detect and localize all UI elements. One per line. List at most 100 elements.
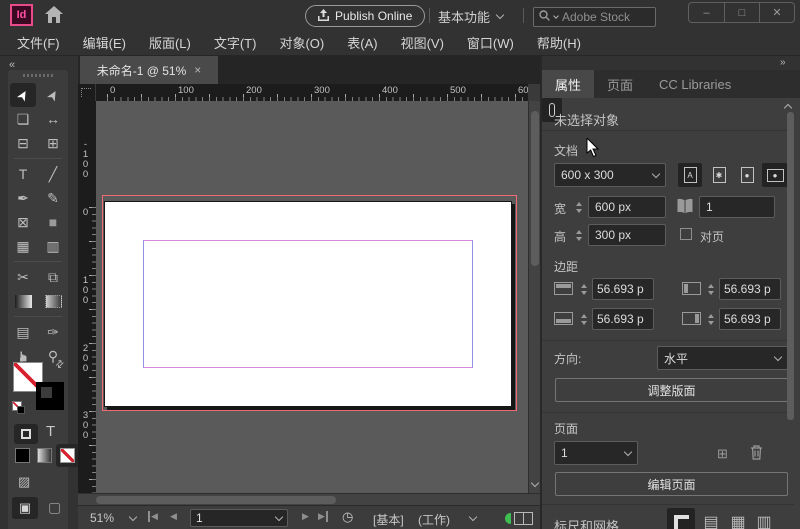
frame-tool[interactable]: ⊠: [8, 210, 38, 234]
preflight-icon[interactable]: ◷: [342, 509, 353, 525]
tab-properties[interactable]: 属性: [542, 70, 595, 98]
document-tab[interactable]: 未命名-1 @ 51% ×: [80, 56, 218, 84]
scrollbar-thumb[interactable]: [787, 112, 794, 420]
line-tool[interactable]: ╱: [38, 162, 68, 186]
margin-top-stepper[interactable]: [578, 278, 589, 300]
pen-tool[interactable]: ✒: [8, 186, 38, 210]
free-transform-tool[interactable]: ⧉: [38, 265, 68, 289]
apply-none-button[interactable]: [56, 444, 79, 467]
gradient-feather-tool[interactable]: [38, 289, 68, 313]
formatting-affects-container-button[interactable]: [14, 424, 38, 444]
rectangle-tool[interactable]: ■: [38, 210, 68, 234]
zoom-level[interactable]: 51%: [90, 511, 114, 525]
margin-inside-stepper[interactable]: [705, 278, 716, 300]
margin-outside-field[interactable]: 56.693 p: [719, 308, 781, 330]
horizontal-ruler[interactable]: 0 100 200 300 400 500 600: [96, 84, 528, 101]
menu-item[interactable]: 表(A): [342, 31, 382, 54]
scroll-down-icon[interactable]: [530, 478, 540, 488]
chevron-down-icon[interactable]: [468, 512, 478, 522]
height-stepper[interactable]: [573, 224, 584, 246]
screen-mode-normal-button[interactable]: ▣: [12, 497, 38, 519]
margin-inside-field[interactable]: 56.693 p: [719, 278, 781, 300]
margin-bottom-stepper[interactable]: [578, 308, 589, 330]
tool-divider[interactable]: [8, 155, 68, 162]
type-tool[interactable]: T: [8, 162, 38, 186]
horizontal-grid-tool[interactable]: ▦: [8, 234, 38, 258]
menu-item[interactable]: 窗口(W): [462, 31, 519, 54]
vertical-grid-tool[interactable]: ▥: [38, 234, 68, 258]
scrollbar-thumb[interactable]: [96, 496, 336, 504]
eyedropper-tool[interactable]: ✑: [38, 320, 68, 344]
column-grid-button[interactable]: ▥: [752, 510, 776, 529]
panel-drag-handle[interactable]: [23, 74, 53, 77]
height-field[interactable]: 300 px: [588, 224, 666, 246]
landscape-orientation-button[interactable]: ●: [762, 163, 788, 187]
direct-selection-tool[interactable]: ➤: [38, 83, 68, 107]
search-input[interactable]: Adobe Stock: [533, 7, 656, 27]
delete-page-icon[interactable]: [750, 445, 763, 463]
home-icon[interactable]: [45, 6, 63, 26]
vertical-scrollbar[interactable]: [528, 101, 540, 493]
page-tool[interactable]: ❏: [8, 107, 38, 131]
default-fill-stroke-icon[interactable]: [12, 401, 25, 414]
adjust-layout-button[interactable]: 调整版面: [555, 378, 788, 402]
close-button[interactable]: ✕: [759, 3, 794, 22]
previous-page-button[interactable]: ◀: [170, 511, 177, 522]
width-field[interactable]: 600 px: [588, 196, 666, 218]
show-rulers-button[interactable]: [667, 508, 695, 529]
pages-count-field[interactable]: 1: [699, 196, 775, 218]
page-size-select[interactable]: 600 x 300: [554, 163, 666, 187]
add-page-icon[interactable]: ⊞: [717, 446, 728, 462]
working-space-label[interactable]: (工作): [418, 511, 450, 528]
selection-tool[interactable]: ➤: [10, 83, 36, 107]
page-number-field[interactable]: 1: [190, 509, 288, 527]
publish-online-button[interactable]: Publish Online: [305, 5, 426, 27]
last-page-button[interactable]: ▶: [318, 511, 328, 522]
menu-item[interactable]: 对象(O): [274, 31, 329, 54]
spread-view-icon[interactable]: [514, 512, 533, 525]
tool-divider[interactable]: [8, 258, 68, 265]
chevron-down-icon[interactable]: [274, 512, 284, 521]
page[interactable]: [104, 201, 512, 407]
menu-item[interactable]: 帮助(H): [532, 31, 586, 54]
preflight-profile-label[interactable]: [基本]: [373, 511, 404, 528]
first-page-button[interactable]: ◀: [148, 511, 158, 522]
scroll-up-icon[interactable]: [783, 103, 793, 113]
gap-tool[interactable]: ↔: [38, 107, 68, 131]
frame-grid-button[interactable]: ✱: [708, 164, 730, 186]
tool-divider[interactable]: [8, 313, 68, 320]
pages-select[interactable]: 1: [554, 441, 638, 465]
portrait-orientation-button[interactable]: ●: [736, 164, 758, 186]
pencil-tool[interactable]: ✎: [38, 186, 68, 210]
note-tool[interactable]: ▤: [8, 320, 38, 344]
chevron-down-icon[interactable]: [128, 512, 138, 522]
scissors-tool[interactable]: ✂: [8, 265, 38, 289]
baseline-grid-button[interactable]: ▤: [699, 510, 723, 529]
menu-item[interactable]: 编辑(E): [78, 31, 131, 54]
tab-close-icon[interactable]: ×: [194, 63, 201, 77]
margin-top-field[interactable]: 56.693 p: [592, 278, 654, 300]
tab-cc-libraries[interactable]: CC Libraries: [646, 70, 744, 98]
content-collector-tool[interactable]: ⊟: [8, 131, 38, 155]
view-options-icon[interactable]: ▨: [18, 474, 30, 490]
orientation-select[interactable]: 水平: [657, 346, 788, 370]
content-placer-tool[interactable]: ⊞: [38, 131, 68, 155]
collapse-panel-button[interactable]: »: [780, 57, 785, 68]
minimize-button[interactable]: –: [689, 3, 724, 22]
scrollbar-thumb[interactable]: [531, 111, 539, 266]
document-grid-button[interactable]: ▦: [726, 510, 750, 529]
pasteboard-canvas[interactable]: [96, 101, 528, 493]
maximize-button[interactable]: □: [724, 3, 759, 22]
screen-mode-preview-button[interactable]: ▢: [48, 499, 61, 516]
workspace-switcher[interactable]: 基本功能: [438, 7, 505, 26]
menu-item[interactable]: 文字(T): [209, 31, 262, 54]
layout-grid-button[interactable]: A: [678, 163, 702, 187]
margin-outside-stepper[interactable]: [705, 308, 716, 330]
apply-color-button[interactable]: [15, 448, 30, 463]
margin-bottom-field[interactable]: 56.693 p: [592, 308, 654, 330]
ruler-origin-corner[interactable]: [78, 84, 96, 101]
formatting-affects-text-button[interactable]: T: [46, 423, 55, 440]
apply-gradient-button[interactable]: [37, 448, 52, 463]
next-page-button[interactable]: ▶: [302, 511, 309, 522]
menu-item[interactable]: 版面(L): [144, 31, 196, 54]
